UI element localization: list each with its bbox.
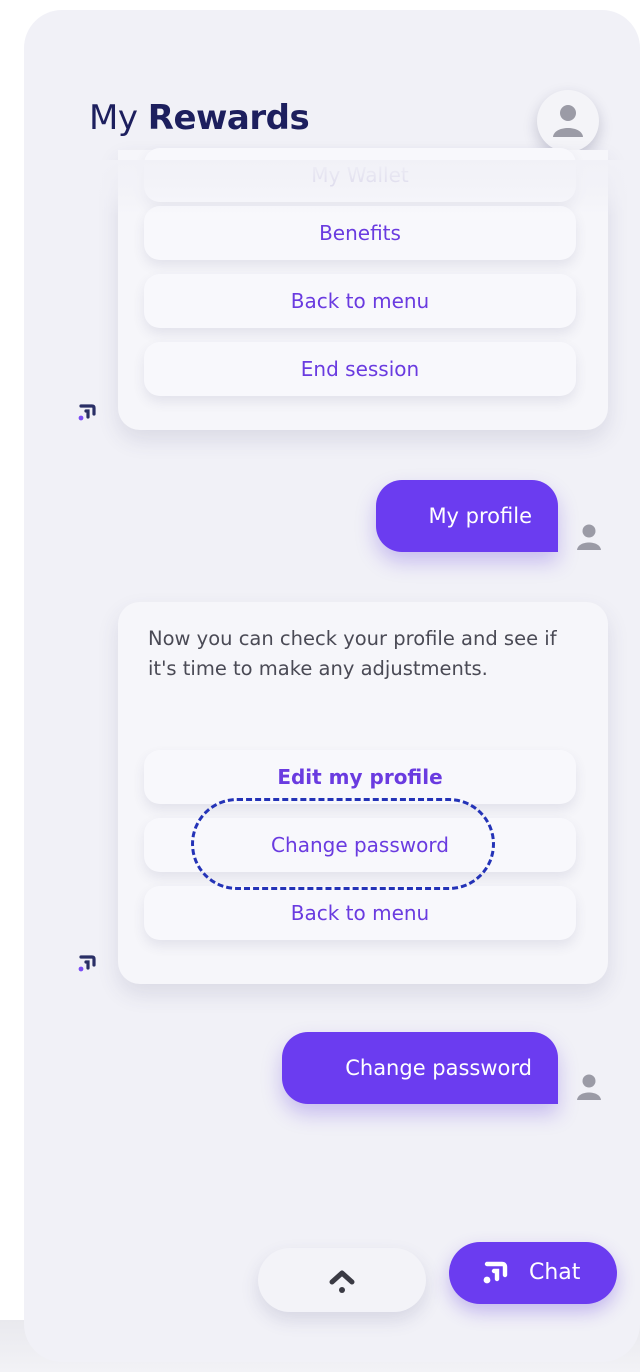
bot-logo-icon <box>78 404 96 421</box>
chevron-up-icon <box>329 1270 355 1293</box>
option-change-password[interactable]: Change password <box>144 818 576 872</box>
chat-button[interactable]: Chat <box>449 1242 617 1304</box>
phone-screen: My Rewards My Wallet Benefits Back to me… <box>24 10 640 1362</box>
option-back-to-menu[interactable]: Back to menu <box>144 274 576 328</box>
user-message-bubble: Change password <box>282 1032 558 1104</box>
chat-button-label: Chat <box>529 1260 581 1285</box>
bot-message-card-1: My Wallet Benefits Back to menu End sess… <box>118 148 608 430</box>
bot-message-card-2: Now you can check your profile and see i… <box>118 602 608 984</box>
option-back-to-menu[interactable]: Back to menu <box>144 886 576 940</box>
option-benefits[interactable]: Benefits <box>144 206 576 260</box>
scroll-to-top-button[interactable] <box>258 1248 426 1312</box>
user-avatar-button[interactable] <box>537 90 599 152</box>
page-title-bold: Rewards <box>147 98 310 138</box>
page-title-light: My <box>89 98 138 138</box>
chat-logo-icon <box>483 1261 508 1284</box>
user-avatar-icon <box>577 1074 601 1100</box>
user-avatar-icon <box>577 524 601 550</box>
option-my-wallet[interactable]: My Wallet <box>144 148 576 202</box>
option-edit-my-profile[interactable]: Edit my profile <box>144 750 576 804</box>
option-end-session[interactable]: End session <box>144 342 576 396</box>
user-message-bubble: My profile <box>376 480 558 552</box>
bot-logo-icon <box>78 955 96 972</box>
page-title: My Rewards <box>89 98 310 138</box>
bot-message-text: Now you can check your profile and see i… <box>148 627 557 680</box>
user-avatar-icon <box>553 105 583 137</box>
